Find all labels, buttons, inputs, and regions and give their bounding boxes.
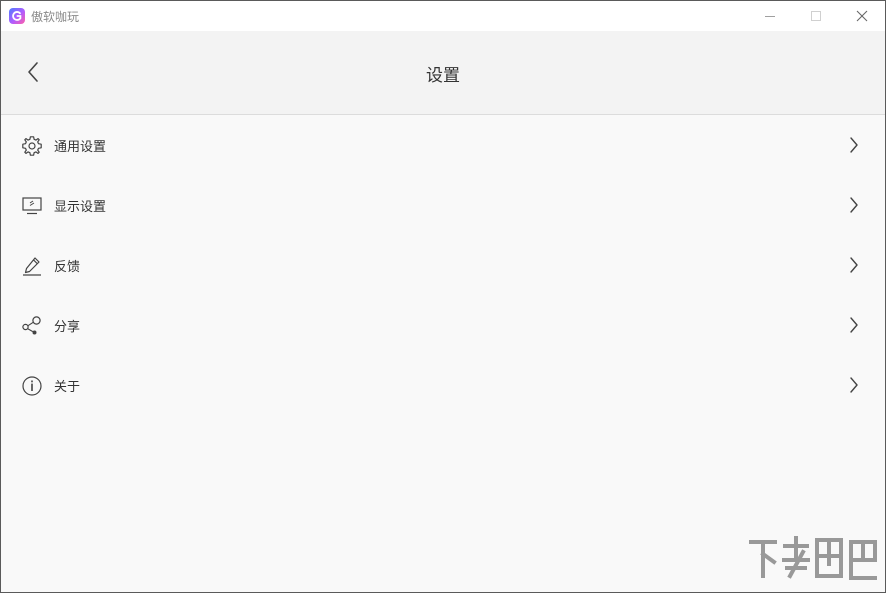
maximize-icon xyxy=(811,11,821,21)
close-button[interactable] xyxy=(839,1,885,31)
minimize-button[interactable] xyxy=(747,1,793,31)
chevron-right-icon xyxy=(846,195,862,215)
app-logo-icon xyxy=(9,8,25,24)
pen-icon xyxy=(20,254,44,278)
menu-item-display-settings[interactable]: 显示设置 xyxy=(1,175,885,235)
menu-item-about[interactable]: 关于 xyxy=(1,355,885,415)
watermark-logo xyxy=(747,534,879,586)
title-bar[interactable]: 傲软咖玩 xyxy=(1,1,885,31)
settings-menu: 通用设置 显示设置 反馈 分享 关于 xyxy=(1,115,885,415)
menu-item-label: 通用设置 xyxy=(54,140,107,155)
maximize-button[interactable] xyxy=(793,1,839,31)
window-controls xyxy=(747,1,885,31)
share-icon xyxy=(20,314,44,338)
page-title: 设置 xyxy=(426,66,460,86)
minimize-icon xyxy=(765,16,775,17)
menu-item-label: 关于 xyxy=(54,380,81,395)
menu-item-label: 反馈 xyxy=(54,260,81,275)
app-window: 傲软咖玩 设置 通用设置 显示设置 反馈 分享 关于 xyxy=(0,0,886,593)
chevron-right-icon xyxy=(846,135,862,155)
menu-item-label: 显示设置 xyxy=(54,200,107,215)
chevron-right-icon xyxy=(846,375,862,395)
close-icon xyxy=(856,10,868,22)
chevron-right-icon xyxy=(846,315,862,335)
monitor-icon xyxy=(20,194,44,218)
menu-item-share[interactable]: 分享 xyxy=(1,295,885,355)
page-header: 设置 xyxy=(1,31,885,115)
window-title: 傲软咖玩 xyxy=(31,9,80,24)
gear-icon xyxy=(20,134,44,158)
info-icon xyxy=(20,374,44,398)
menu-item-general-settings[interactable]: 通用设置 xyxy=(1,115,885,175)
menu-item-label: 分享 xyxy=(54,320,81,335)
chevron-right-icon xyxy=(846,255,862,275)
menu-item-feedback[interactable]: 反馈 xyxy=(1,235,885,295)
